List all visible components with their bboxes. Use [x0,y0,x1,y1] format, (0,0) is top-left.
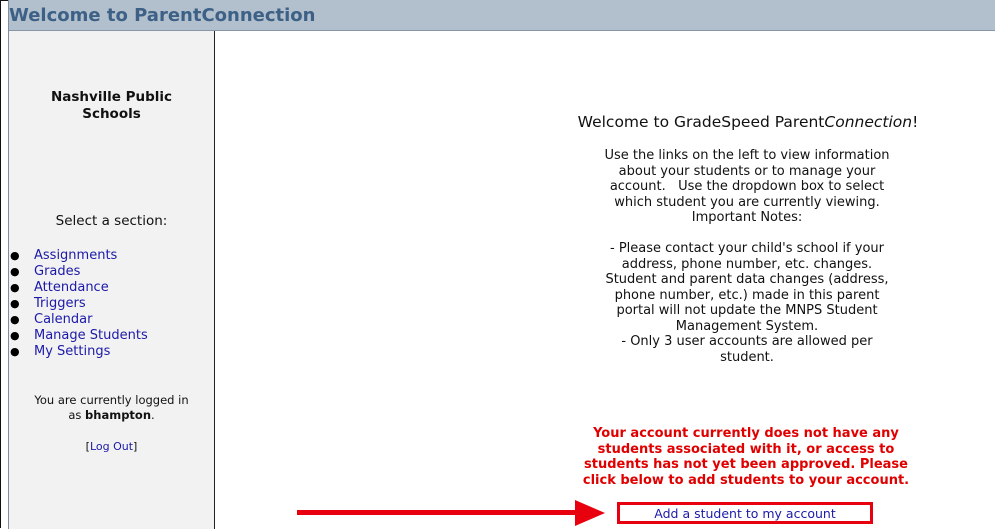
info-line: phone number, etc.) made in this parent [614,287,880,303]
bullet-icon: ● [10,345,20,358]
info-line: - Only 3 user accounts are allowed per [621,334,873,349]
nav-item-triggers: ● Triggers [9,296,148,312]
bullet-icon: ● [10,329,20,342]
nav-item-attendance: ● Attendance [9,280,148,296]
add-student-highlight: Add a student to my account [617,502,873,524]
welcome-suffix: ! [912,113,919,131]
info-line: account. Use the dropdown box to select [609,179,885,194]
username: bhampton [85,408,152,422]
info-text: Use the links on the left to view inform… [547,148,947,365]
login-status-line2: as bhampton. [68,408,155,422]
nav-item-grades: ● Grades [9,264,148,280]
info-line: Important Notes: [691,210,803,225]
sidebar: Nashville Public Schools Select a sectio… [9,31,215,529]
no-students-warning: Your account currently does not have any… [531,426,961,488]
info-line: Management System. [675,318,819,334]
info-line: Use the links on the left to view inform… [604,148,890,163]
main-content: Welcome to GradeSpeed ParentConnection! … [215,31,995,529]
section-nav: ● Assignments ● Grades ● Attendance ● Trigge… [9,248,148,360]
info-line: - Please contact your child's school if … [610,241,884,256]
nav-item-calendar: ● Calendar [9,312,148,328]
nav-item-manage-students: ● Manage Students [9,328,148,344]
school-name: Nashville Public Schools [9,89,214,123]
bullet-icon: ● [10,297,20,310]
info-line: address, phone number, etc. changes. [621,256,873,272]
info-line: student. [720,349,774,365]
nav-link-calendar[interactable]: Calendar [34,312,92,327]
login-status-line1: You are currently logged in [34,393,189,407]
logout-link[interactable]: Log Out [90,440,133,453]
login-status: You are currently logged in as bhampton. [9,393,214,423]
info-line: about your students or to manage your [618,163,876,179]
annotation-arrow-shaft [297,510,582,515]
welcome-prefix: Welcome to GradeSpeed Parent [577,113,825,131]
nav-link-triggers[interactable]: Triggers [34,296,86,311]
add-student-link[interactable]: Add a student to my account [654,506,835,521]
info-line: which student you are currently viewing. [614,194,880,210]
school-name-line2: Schools [82,106,141,122]
logout: [Log Out] [85,440,138,453]
nav-item-assignments: ● Assignments [9,248,148,264]
nav-link-attendance[interactable]: Attendance [34,280,109,295]
page-title: Welcome to ParentConnection [9,5,316,26]
nav-link-my-settings[interactable]: My Settings [34,344,110,359]
nav-link-grades[interactable]: Grades [34,264,80,279]
warning-line: click below to add students to your acco… [582,472,910,488]
nav-link-manage-students[interactable]: Manage Students [34,328,148,343]
title-bar: Welcome to ParentConnection [9,0,995,31]
annotation-arrow-icon [575,500,605,526]
bullet-icon: ● [10,313,20,326]
select-section-label: Select a section: [55,213,168,229]
bullet-icon: ● [10,249,20,262]
welcome-heading: Welcome to GradeSpeed ParentConnection! [518,113,978,131]
nav-link-assignments[interactable]: Assignments [34,248,117,263]
bullet-icon: ● [10,281,20,294]
info-line [547,226,947,242]
bullet-icon: ● [10,265,20,278]
nav-item-my-settings: ● My Settings [9,344,148,360]
school-name-line1: Nashville Public [50,89,173,105]
login-as-text: as [68,408,82,422]
warning-line: students has not yet been approved. Plea… [584,457,908,472]
info-line: portal will not update the MNPS Student [616,303,878,318]
welcome-italic: Connection [824,113,913,131]
warning-line: Your account currently does not have any [593,426,899,441]
info-line: Student and parent data changes (address… [605,272,889,287]
warning-line: students associated with it, or access t… [597,441,895,457]
